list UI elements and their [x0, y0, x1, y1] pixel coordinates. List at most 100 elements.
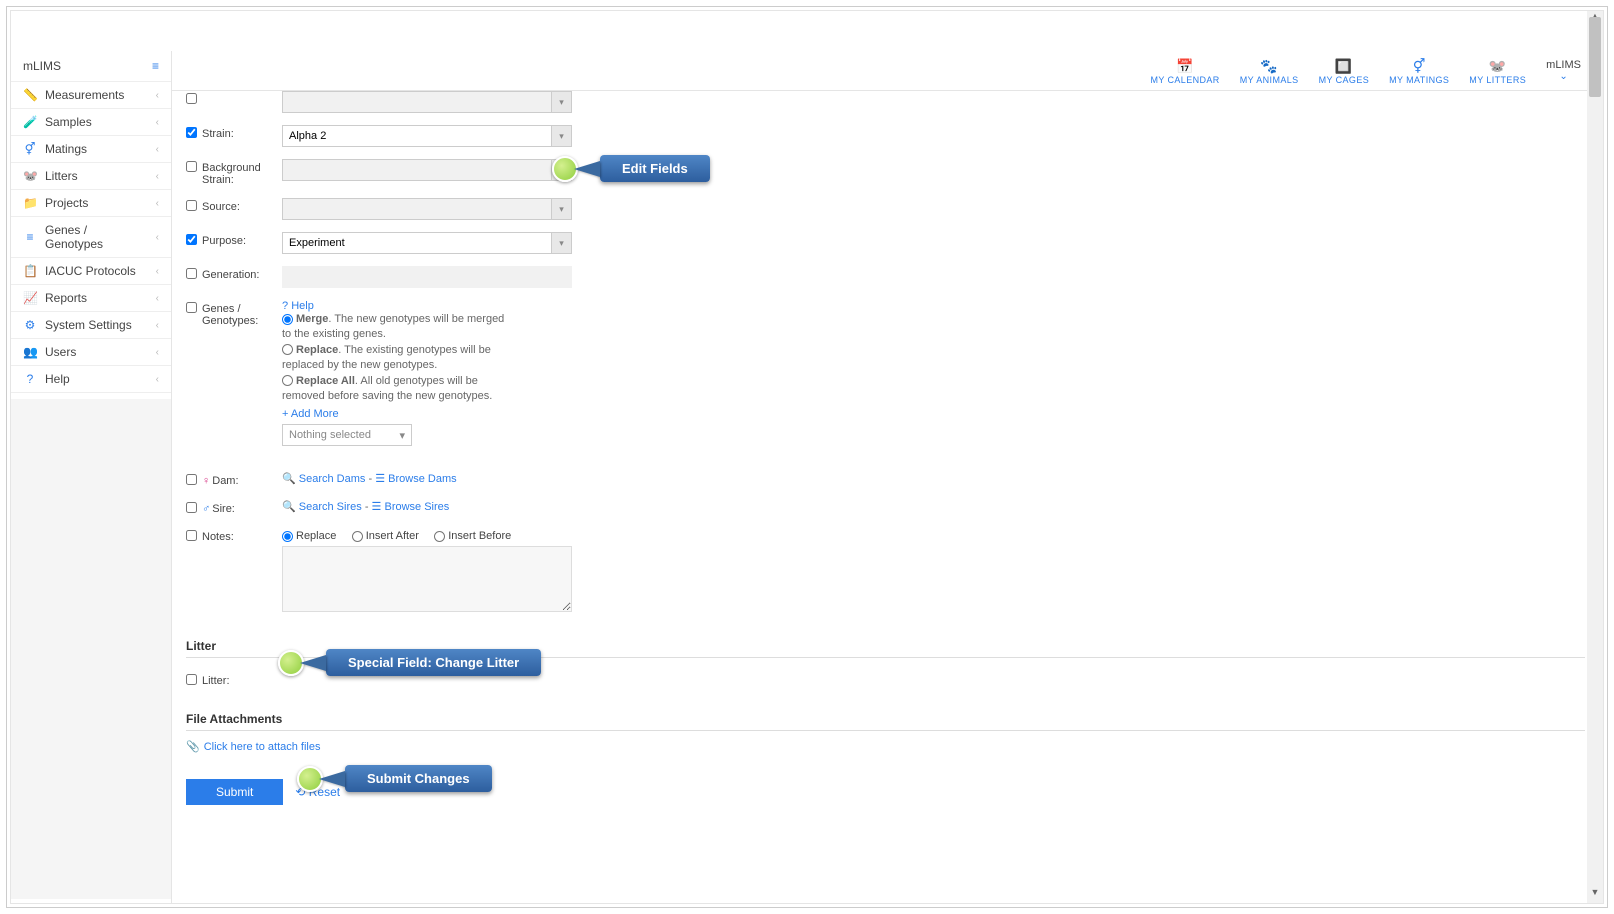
chevron-left-icon: ‹ [156, 374, 159, 385]
sidebar-header: mLIMS ≡ [11, 51, 171, 82]
chevron-left-icon: ‹ [156, 171, 159, 182]
hamburger-icon[interactable]: ≡ [152, 59, 159, 73]
merge-radio[interactable]: Merge [282, 313, 328, 325]
genes-checkbox[interactable] [186, 302, 197, 313]
browse-dams-link[interactable]: ☰ Browse Dams [375, 473, 456, 485]
litter-checkbox[interactable] [186, 674, 197, 685]
color-checkbox[interactable] [186, 93, 197, 104]
sidebar-empty [11, 399, 171, 899]
sidebar-item-iacuc-protocols[interactable]: 📋IACUC Protocols‹ [11, 258, 171, 285]
bgstrain-checkbox[interactable] [186, 161, 197, 172]
topnav-item-my-calendar[interactable]: 📅MY CALENDAR [1140, 55, 1229, 87]
source-checkbox[interactable] [186, 200, 197, 211]
generation-checkbox[interactable] [186, 268, 197, 279]
topnav-item-my-litters[interactable]: 🐭MY LITTERS [1459, 55, 1536, 87]
topnav-icon: ⚥ [1389, 59, 1449, 73]
sidebar-item-litters[interactable]: 🐭Litters‹ [11, 163, 171, 190]
notes-after-radio[interactable]: Insert After [352, 530, 419, 542]
list-icon: ☰ [375, 473, 385, 485]
dam-checkbox[interactable] [186, 474, 197, 485]
topnav-icon: 🐾 [1240, 59, 1299, 73]
sidebar-item-help[interactable]: ?Help‹ [11, 366, 171, 393]
sidebar-label: Measurements [45, 88, 148, 102]
strain-label: Strain: [202, 125, 282, 140]
help-icon: ? [282, 300, 288, 312]
purpose-checkbox[interactable] [186, 234, 197, 245]
topnav-label: MY ANIMALS [1240, 75, 1299, 85]
source-input[interactable] [282, 198, 552, 220]
add-more-link[interactable]: + Add More [282, 408, 512, 420]
chevron-left-icon: ‹ [156, 320, 159, 331]
color-dropdown-icon[interactable]: ▾ [552, 91, 572, 113]
sidebar-item-reports[interactable]: 📈Reports‹ [11, 285, 171, 312]
sidebar-item-samples[interactable]: 🧪Samples‹ [11, 109, 171, 136]
sire-checkbox[interactable] [186, 502, 197, 513]
strain-dropdown-icon[interactable]: ▾ [552, 125, 572, 147]
chevron-left-icon: ‹ [156, 347, 159, 358]
bgstrain-input[interactable] [282, 159, 552, 181]
merge-label: Merge [296, 313, 328, 325]
generation-label: Generation: [202, 266, 282, 281]
scroll-thumb[interactable] [1589, 17, 1601, 97]
chevron-down-icon: ⌄ [1559, 71, 1567, 82]
sidebar-item-users[interactable]: 👥 Users ‹ [11, 339, 171, 366]
sidebar-icon: 🧪 [23, 115, 37, 129]
topnav-item-my-animals[interactable]: 🐾 MY ANIMALS [1230, 55, 1309, 87]
sidebar-label: Users [45, 345, 148, 359]
search-dams-text: Search Dams [299, 473, 366, 485]
genes-help-link[interactable]: ? Help [282, 300, 512, 312]
notes-before-radio[interactable]: Insert Before [434, 530, 511, 542]
sidebar-item-projects[interactable]: 📁Projects‹ [11, 190, 171, 217]
chevron-left-icon: ‹ [156, 266, 159, 277]
replace-label: Replace [296, 344, 338, 356]
replaceall-radio[interactable]: Replace All [282, 375, 355, 387]
browse-sires-link[interactable]: ☰ Browse Sires [372, 501, 450, 513]
sidebar-label: System Settings [45, 318, 148, 332]
scrollbar[interactable]: ▲ ▼ [1587, 11, 1603, 903]
notes-textarea[interactable] [282, 546, 572, 612]
sidebar-label: Reports [45, 291, 148, 305]
sire-label-text: Sire: [212, 503, 235, 515]
sidebar-item-matings[interactable]: ⚥Matings‹ [11, 136, 171, 163]
bgstrain-label: Background Strain: [202, 159, 282, 186]
notes-replace-text: Replace [296, 530, 336, 542]
sidebar-item-system-settings[interactable]: ⚙System Settings‹ [11, 312, 171, 339]
scroll-down-icon[interactable]: ▼ [1587, 887, 1603, 903]
purpose-dropdown-icon[interactable]: ▾ [552, 232, 572, 254]
bgstrain-dropdown-icon[interactable]: ▾ [552, 159, 572, 181]
sidebar-icon: ≡ [23, 230, 37, 244]
topnav-label: MY MATINGS [1389, 75, 1449, 85]
genes-select-text: Nothing selected [289, 429, 371, 441]
browse-sires-text: Browse Sires [384, 501, 449, 513]
search-dams-link[interactable]: 🔍 Search Dams [282, 473, 365, 485]
attach-link-text: Click here to attach files [204, 741, 321, 753]
topnav-item-my-cages[interactable]: 🔲MY CAGES [1309, 55, 1380, 87]
sidebar-item-measurements[interactable]: 📏Measurements‹ [11, 82, 171, 109]
sidebar-label: Genes / Genotypes [45, 223, 148, 251]
color-input[interactable] [282, 91, 552, 113]
user-menu[interactable]: mLIMS ⌄ [1536, 59, 1591, 82]
notes-replace-radio[interactable]: Replace [282, 530, 336, 542]
generation-input[interactable] [282, 266, 572, 288]
genes-select[interactable]: Nothing selected ▾ [282, 424, 412, 446]
browse-dams-text: Browse Dams [388, 473, 456, 485]
sidebar-icon: 👥 [23, 345, 37, 359]
reset-link[interactable]: ⟲ Reset [295, 785, 340, 799]
purpose-input[interactable] [282, 232, 552, 254]
notes-checkbox[interactable] [186, 530, 197, 541]
search-sires-link[interactable]: 🔍 Search Sires [282, 501, 362, 513]
topnav-item-my-matings[interactable]: ⚥ MY MATINGS [1379, 55, 1459, 87]
source-dropdown-icon[interactable]: ▾ [552, 198, 572, 220]
sidebar-item-genes-genotypes[interactable]: ≡Genes / Genotypes‹ [11, 217, 171, 258]
strain-checkbox[interactable] [186, 127, 197, 138]
sidebar-label: Matings [45, 142, 148, 156]
strain-input[interactable] [282, 125, 552, 147]
topnav-icon: 🔲 [1319, 59, 1370, 73]
app-window: mLIMS ≡ 📏Measurements‹🧪Samples‹⚥Matings‹… [10, 10, 1604, 904]
topnav-label: MY CALENDAR [1150, 75, 1219, 85]
submit-button[interactable]: Submit [186, 779, 283, 805]
add-more-text: Add More [291, 408, 339, 420]
replace-radio[interactable]: Replace [282, 344, 338, 356]
brand: mLIMS [23, 59, 61, 73]
attach-files-link[interactable]: 📎 Click here to attach files [186, 740, 320, 753]
